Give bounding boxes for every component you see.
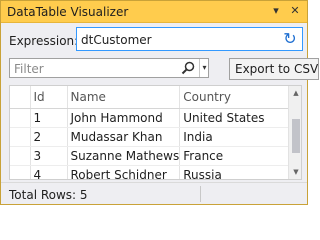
cell-id[interactable]: 2	[30, 127, 68, 147]
cell-country[interactable]: India	[179, 127, 299, 147]
cell-id[interactable]: 1	[30, 108, 68, 128]
close-icon[interactable]: ✕	[288, 4, 302, 18]
window-title: DataTable Visualizer	[7, 5, 129, 19]
table-row[interactable]: 3 Suzanne Mathews France	[10, 146, 299, 166]
filter-input[interactable]: Filter ▾	[9, 58, 209, 78]
cell-country[interactable]: France	[179, 146, 299, 166]
window-menu-chevron-icon[interactable]: ▾	[269, 4, 283, 18]
cell-id[interactable]: 3	[30, 146, 68, 166]
vertical-scrollbar[interactable]: ▲ ▼	[288, 86, 301, 179]
row-selector[interactable]	[10, 165, 31, 179]
table-row[interactable]: 2 Mudassar Khan India	[10, 127, 299, 147]
expression-input[interactable]: dtCustomer ↻	[76, 27, 303, 51]
header-row: Id Name Country	[10, 86, 299, 109]
cell-country[interactable]: Russia	[179, 165, 299, 179]
column-header-selector	[10, 86, 31, 109]
column-header-country[interactable]: Country	[179, 86, 299, 109]
table-row[interactable]: 4 Robert Schidner Russia	[10, 165, 299, 179]
table-row[interactable]: 1 John Hammond United States	[10, 108, 299, 128]
data-table: Id Name Country 1 John Hammond United St…	[10, 86, 299, 179]
status-bar: Total Rows: 5	[1, 182, 307, 204]
total-rows-label: Total Rows: 5	[9, 188, 88, 202]
cell-name[interactable]: Mudassar Khan	[67, 127, 181, 147]
row-selector[interactable]	[10, 108, 31, 128]
cell-id[interactable]: 4	[30, 165, 68, 179]
row-selector[interactable]	[10, 146, 31, 166]
expression-label: Expression:	[9, 34, 79, 48]
export-csv-button[interactable]: Export to CSV	[229, 58, 319, 80]
expression-value[interactable]: dtCustomer	[81, 33, 152, 47]
visualizer-window: DataTable Visualizer ▾ ✕ Expression: dtC…	[0, 0, 319, 205]
cell-name[interactable]: Robert Schidner	[67, 165, 181, 179]
data-grid[interactable]: Id Name Country 1 John Hammond United St…	[9, 85, 302, 180]
column-header-id[interactable]: Id	[30, 86, 68, 109]
filter-placeholder: Filter	[14, 62, 44, 76]
row-selector[interactable]	[10, 127, 31, 147]
cell-country[interactable]: United States	[179, 108, 299, 128]
scrollbar-thumb[interactable]	[292, 119, 300, 153]
status-divider	[200, 186, 201, 202]
title-bar[interactable]: DataTable Visualizer ▾ ✕	[1, 1, 307, 23]
cell-name[interactable]: John Hammond	[67, 108, 181, 128]
cell-name[interactable]: Suzanne Mathews	[67, 146, 181, 166]
scroll-down-icon[interactable]: ▼	[291, 167, 301, 177]
refresh-icon[interactable]: ↻	[280, 29, 300, 49]
column-header-name[interactable]: Name	[67, 86, 181, 109]
filter-dropdown-chevron-icon[interactable]: ▾	[199, 59, 209, 77]
scroll-up-icon[interactable]: ▲	[291, 88, 301, 98]
search-icon[interactable]	[180, 60, 196, 76]
